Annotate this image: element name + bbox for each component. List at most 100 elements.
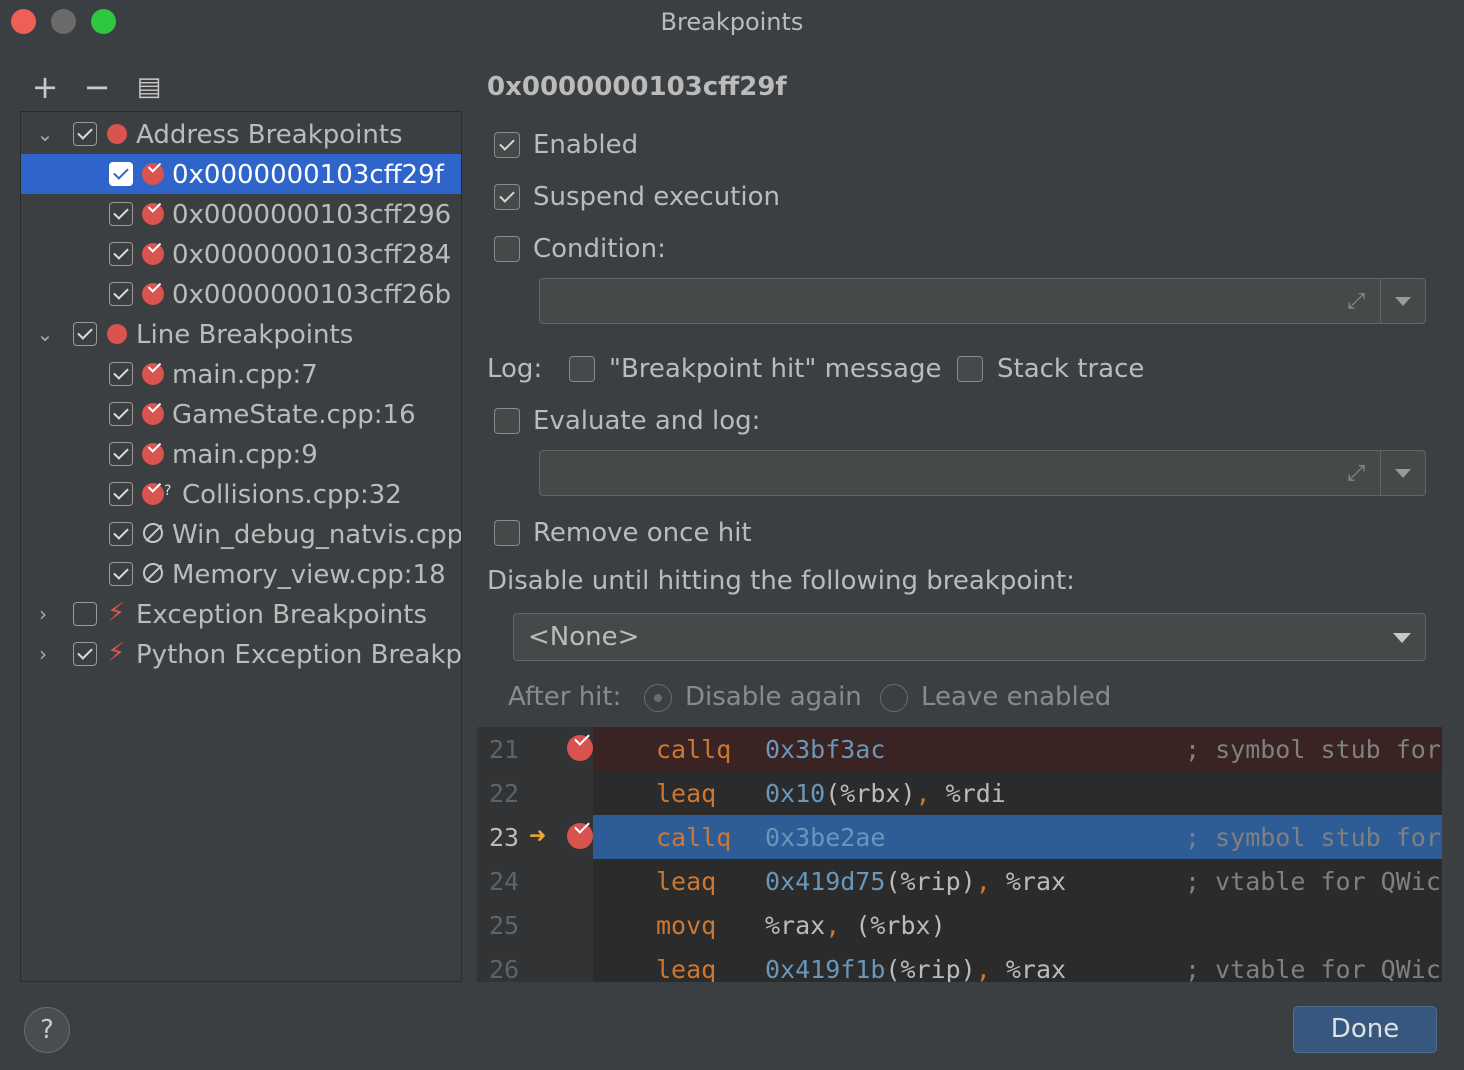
line-number: 24 [489, 867, 520, 896]
code-line: 26 leaq 0x419f1b(%rip), %rax ; vtable fo… [477, 947, 1442, 982]
expand-icon[interactable]: ⤢ [1347, 461, 1365, 486]
log-message-checkbox[interactable] [569, 356, 595, 382]
disable-again-label[interactable]: Disable again [685, 682, 862, 712]
comment: ; symbol stub for [1185, 823, 1441, 852]
enabled-checkbox[interactable] [494, 132, 520, 158]
breakpoints-tree[interactable]: ⌄ Address Breakpoints 0x0000000103cff29f… [20, 111, 462, 982]
chevron-down-icon[interactable]: ⌄ [33, 320, 57, 348]
item-label: Collisions.cpp:32 [182, 480, 402, 510]
dropdown-arrow-icon[interactable] [1393, 633, 1411, 643]
done-button[interactable]: Done [1293, 1006, 1437, 1053]
suspend-label[interactable]: Suspend execution [533, 182, 780, 212]
breakpoint-icon[interactable] [567, 823, 593, 849]
item-checkbox[interactable] [109, 522, 133, 546]
group-checkbox[interactable] [73, 122, 97, 146]
tree-group-exception[interactable]: › ⚡ Exception Breakpoints [21, 594, 461, 634]
condition-label[interactable]: Condition: [533, 234, 666, 264]
tree-item[interactable]: Memory_view.cpp:18 [21, 554, 461, 594]
item-label: 0x0000000103cff296 [172, 200, 452, 230]
tree-item-selected[interactable]: 0x0000000103cff29f [21, 154, 461, 194]
leave-enabled-label[interactable]: Leave enabled [921, 682, 1111, 712]
exception-bolt-icon: ⚡ [107, 638, 126, 668]
chevron-down-icon[interactable]: ⌄ [33, 120, 57, 148]
evaluate-label[interactable]: Evaluate and log: [533, 406, 760, 436]
tree-item[interactable]: GameState.cpp:16 [21, 394, 461, 434]
evaluate-input[interactable]: ⤢ [539, 450, 1426, 496]
tree-group-line[interactable]: ⌄ Line Breakpoints [21, 314, 461, 354]
code-line: 21 callq 0x3bf3ac ; symbol stub for [477, 727, 1442, 771]
tree-item[interactable]: 0x0000000103cff26b [21, 274, 461, 314]
chevron-right-icon[interactable]: › [31, 640, 55, 668]
help-button[interactable]: ? [24, 1007, 70, 1053]
line-number: 25 [489, 911, 520, 940]
code-line: 25 movq %rax, (%rbx) [477, 903, 1442, 947]
remove-once-label[interactable]: Remove once hit [533, 518, 752, 548]
verified-breakpoint-icon [142, 163, 164, 185]
item-checkbox[interactable] [109, 402, 133, 426]
leave-enabled-radio[interactable] [880, 684, 908, 712]
item-checkbox[interactable] [109, 242, 133, 266]
group-label: Line Breakpoints [136, 320, 354, 350]
tree-item[interactable]: Win_debug_natvis.cpp: [21, 514, 461, 554]
item-checkbox[interactable] [109, 282, 133, 306]
remove-once-checkbox[interactable] [494, 520, 520, 546]
disassembly-preview: 21 callq 0x3bf3ac ; symbol stub for 22 l… [477, 727, 1442, 982]
tree-item[interactable]: main.cpp:9 [21, 434, 461, 474]
group-checkbox[interactable] [73, 642, 97, 666]
add-breakpoint-button[interactable]: + [28, 70, 62, 104]
instruction: leaq [656, 955, 717, 982]
instruction: leaq [656, 779, 717, 808]
group-label: Exception Breakpoints [136, 600, 428, 630]
item-checkbox[interactable] [109, 202, 133, 226]
evaluate-checkbox[interactable] [494, 408, 520, 434]
disable-until-select[interactable]: <None> [513, 613, 1426, 661]
verified-breakpoint-icon [142, 283, 164, 305]
dropdown-arrow-icon[interactable] [1395, 469, 1411, 478]
tree-item[interactable]: main.cpp:7 [21, 354, 461, 394]
group-by-file-button[interactable]: ▤ [132, 70, 166, 104]
item-label: main.cpp:9 [172, 440, 318, 470]
tree-item[interactable]: ? Collisions.cpp:32 [21, 474, 461, 514]
tree-item[interactable]: 0x0000000103cff284 [21, 234, 461, 274]
chevron-right-icon[interactable]: › [31, 600, 55, 628]
condition-input[interactable]: ⤢ [539, 278, 1426, 324]
item-checkbox[interactable] [109, 442, 133, 466]
dropdown-arrow-icon[interactable] [1395, 297, 1411, 306]
log-label: Log: [487, 354, 543, 384]
remove-breakpoint-button[interactable]: − [80, 70, 114, 104]
disable-until-label: Disable until hitting the following brea… [487, 566, 1075, 596]
item-label: GameState.cpp:16 [172, 400, 416, 430]
disable-again-radio[interactable] [644, 684, 672, 712]
item-checkbox[interactable] [109, 482, 133, 506]
operands: 0x3bf3ac [765, 735, 886, 764]
item-checkbox[interactable] [109, 562, 133, 586]
line-number: 21 [489, 735, 520, 764]
comment: ; vtable for QWic [1185, 867, 1441, 896]
item-checkbox[interactable] [109, 162, 133, 186]
instruction: leaq [656, 867, 717, 896]
group-checkbox[interactable] [73, 322, 97, 346]
item-checkbox[interactable] [109, 362, 133, 386]
breakpoint-icon[interactable] [567, 735, 593, 761]
verified-breakpoint-icon [142, 403, 164, 425]
question-mark-icon: ? [164, 483, 172, 499]
instruction: callq [656, 735, 732, 764]
tree-group-address[interactable]: ⌄ Address Breakpoints [21, 114, 461, 154]
suspend-checkbox[interactable] [494, 184, 520, 210]
log-message-label[interactable]: "Breakpoint hit" message [609, 354, 941, 384]
verified-breakpoint-icon [142, 243, 164, 265]
invalid-breakpoint-icon [143, 563, 163, 583]
expand-icon[interactable]: ⤢ [1347, 289, 1365, 314]
group-checkbox[interactable] [73, 602, 97, 626]
verified-breakpoint-icon [142, 203, 164, 225]
operands: 0x3be2ae [765, 823, 886, 852]
tree-item[interactable]: 0x0000000103cff296 [21, 194, 461, 234]
tree-group-python-exception[interactable]: › ⚡ Python Exception Breakpc [21, 634, 461, 674]
condition-checkbox[interactable] [494, 236, 520, 262]
enabled-label[interactable]: Enabled [533, 130, 638, 160]
stack-trace-label[interactable]: Stack trace [997, 354, 1144, 384]
combo-divider [1380, 451, 1381, 495]
stack-trace-checkbox[interactable] [957, 356, 983, 382]
invalid-breakpoint-icon [143, 523, 163, 543]
operands: 0x419d75(%rip), %rax [765, 867, 1067, 896]
